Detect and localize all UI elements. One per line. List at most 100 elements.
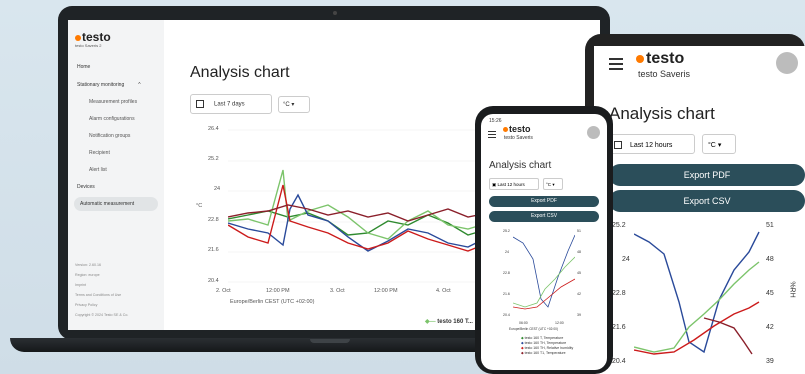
y-tick: 24 xyxy=(214,186,221,192)
terms-link[interactable]: Terms and Conditions of Use xyxy=(75,293,121,297)
status-time: 15:26 xyxy=(489,118,502,124)
sidebar: testo testo Saveris 2 Home Stationary mo… xyxy=(68,20,164,330)
y-right-tick: 42 xyxy=(577,292,581,296)
page-title: Analysis chart xyxy=(609,104,715,123)
product-name: testo Saveris xyxy=(638,69,691,79)
legend-item[interactable]: ◆— testo 160 T... xyxy=(425,318,473,325)
copyright-text: Copyright © 2024 Testo SE & Co. xyxy=(75,313,129,317)
scene: testo testo Saveris 2 Home Stationary mo… xyxy=(0,0,805,374)
y-tick: 26.4 xyxy=(208,126,219,132)
y-left-tick: 24 xyxy=(505,250,509,254)
nav-measurement-profiles[interactable]: Measurement profiles xyxy=(89,99,137,105)
legend-marker-icon: ◆— xyxy=(425,319,436,325)
chevron-down-icon: ▾ xyxy=(552,182,555,187)
chevron-up-icon: ^ xyxy=(138,82,141,88)
y-tick: 21.6 xyxy=(208,247,219,253)
y-left-tick: 24 xyxy=(622,256,630,263)
phone-chart-plot xyxy=(513,234,575,310)
x-tick: 3. Oct xyxy=(330,288,345,294)
chevron-down-icon: ▾ xyxy=(717,142,722,149)
y-left-tick: 21.6 xyxy=(503,292,510,296)
x-tick: 12:00 xyxy=(555,321,564,325)
page-title: Analysis chart xyxy=(190,64,290,81)
date-range-select[interactable]: Last 12 hours xyxy=(609,134,695,154)
phone-series-green[interactable] xyxy=(513,256,575,308)
y-right-tick: 51 xyxy=(577,229,581,233)
legend-item[interactable]: ◆ testo 160 TH, Relative humidity xyxy=(521,346,573,350)
y-left-tick: 25.2 xyxy=(612,222,626,229)
menu-icon[interactable] xyxy=(488,131,496,138)
nav-alarm-configurations[interactable]: Alarm configurations xyxy=(89,116,135,122)
avatar-icon[interactable] xyxy=(776,52,798,74)
tablet-series-maroon[interactable] xyxy=(703,317,753,355)
y-left-tick: 21.6 xyxy=(612,324,626,331)
date-range-select[interactable]: ▣ Last 12 hours xyxy=(489,178,539,190)
y-right-tick: 51 xyxy=(766,222,774,229)
product-name: testo Saveris xyxy=(504,135,533,141)
testo-logo[interactable]: testo xyxy=(503,124,531,134)
nav-notification-groups[interactable]: Notification groups xyxy=(89,133,130,139)
unit-select[interactable]: °C ▾ xyxy=(543,178,563,190)
y-left-tick: 25.2 xyxy=(503,229,510,233)
y-left-tick: 20.4 xyxy=(503,313,510,317)
timezone-label: Europe/Berlin CEST (UTC +02:00) xyxy=(509,327,558,331)
privacy-link[interactable]: Privacy Policy xyxy=(75,303,97,307)
phone-series-blue[interactable] xyxy=(513,234,575,308)
x-tick: 06:00 xyxy=(519,321,528,325)
phone-series-red[interactable] xyxy=(513,278,575,310)
y-left-tick: 20.4 xyxy=(612,358,626,365)
y-right-tick: 45 xyxy=(766,290,774,297)
imprint-link[interactable]: Imprint xyxy=(75,283,86,287)
y-tick: 20.4 xyxy=(208,278,219,284)
export-csv-button[interactable]: Export CSV xyxy=(609,190,805,212)
testo-logo[interactable]: testo xyxy=(75,30,111,44)
y-right-tick: 39 xyxy=(577,313,581,317)
export-pdf-button[interactable]: Export PDF xyxy=(489,196,599,207)
calendar-icon xyxy=(196,100,204,108)
legend-item[interactable]: ◆ testo 160 T, Temperature xyxy=(521,336,563,340)
x-tick: 2. Oct xyxy=(216,288,231,294)
date-range-select[interactable]: Last 7 days xyxy=(190,94,272,114)
tablet-chart-plot xyxy=(634,231,760,355)
y-right-tick: 42 xyxy=(766,324,774,331)
logo-dot-icon xyxy=(75,34,81,41)
y-right-unit: %RH xyxy=(788,281,796,298)
y-axis-unit: °C xyxy=(196,203,203,209)
logo-dot-icon xyxy=(636,54,644,63)
tablet-series-blue[interactable] xyxy=(634,231,760,354)
export-pdf-button[interactable]: Export PDF xyxy=(609,164,805,186)
nav-home[interactable]: Home xyxy=(77,64,90,70)
nav-automatic-measurement[interactable]: Automatic measurement xyxy=(74,197,158,211)
nav-stationary-monitoring[interactable]: Stationary monitoring ^ xyxy=(77,82,141,88)
unit-select[interactable]: °C ▾ xyxy=(702,134,736,154)
y-right-tick: 45 xyxy=(577,271,581,275)
menu-icon[interactable] xyxy=(609,58,623,70)
export-csv-button[interactable]: Export CSV xyxy=(489,211,599,222)
y-tick: 22.8 xyxy=(208,217,219,223)
laptop-notch xyxy=(310,339,350,343)
logo-dot-icon xyxy=(503,127,508,133)
legend-item[interactable]: ◆ testo 160 T1, Temperature xyxy=(521,351,566,355)
calendar-icon xyxy=(614,141,622,149)
version-text: Version: 2.60.16 xyxy=(75,263,101,267)
y-left-tick: 22.8 xyxy=(612,290,626,297)
nav-recipient[interactable]: Recipient xyxy=(89,150,110,156)
page-title: Analysis chart xyxy=(489,160,552,171)
nav-alert-list[interactable]: Alert list xyxy=(89,167,107,173)
product-name: testo Saveris 2 xyxy=(75,43,102,48)
laptop-camera xyxy=(333,11,337,15)
unit-select[interactable]: °C ▾ xyxy=(278,96,310,113)
testo-logo[interactable]: testo xyxy=(636,50,684,68)
x-tick: 12:00 PM xyxy=(374,288,398,294)
y-left-tick: 22.8 xyxy=(503,271,510,275)
x-tick: 4. Oct xyxy=(436,288,451,294)
timezone-label: Europe/Berlin CEST (UTC +02:00) xyxy=(230,299,315,305)
nav-devices[interactable]: Devices xyxy=(77,184,95,190)
region-text: Region: europe xyxy=(75,273,100,277)
avatar-icon[interactable] xyxy=(587,126,600,139)
legend-item[interactable]: ◆ testo 160 TH, Temperature xyxy=(521,341,566,345)
phone-screen: 15:26 testo testo Saveris Analysis chart… xyxy=(481,114,607,370)
x-tick: 12:00 PM xyxy=(266,288,290,294)
y-right-tick: 48 xyxy=(577,250,581,254)
tablet-screen: testo testo Saveris Analysis chart Last … xyxy=(594,46,805,374)
